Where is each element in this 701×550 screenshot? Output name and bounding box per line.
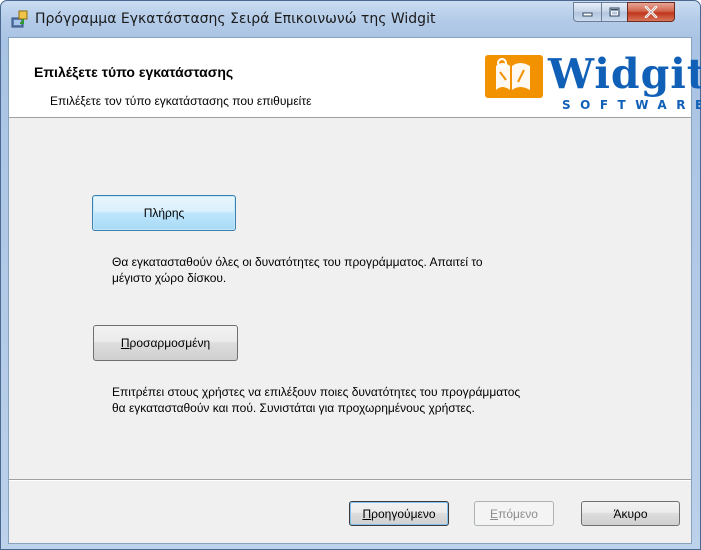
widgit-logo: Widgit SOFTWARE xyxy=(484,50,701,112)
complete-install-description: Θα εγκατασταθούν όλες οι δυνατότητες του… xyxy=(112,254,672,286)
back-button-label: Προηγούμενο xyxy=(362,507,435,521)
widgit-logo-mark-icon xyxy=(485,55,543,98)
next-label-rest: πόμενο xyxy=(498,506,538,521)
page-title: Επιλέξετε τύπο εγκατάστασης xyxy=(34,64,234,80)
complete-install-button-label: Πλήρης xyxy=(143,206,185,220)
widgit-logo-word: Widgit xyxy=(548,50,701,98)
next-button[interactable]: Επόμενο xyxy=(474,501,554,526)
maximize-icon xyxy=(609,7,620,17)
close-icon xyxy=(644,6,658,18)
complete-install-description-line2: μέγιστο χώρο δίσκου. xyxy=(112,271,227,285)
custom-install-button[interactable]: Προσαρμοσμένη xyxy=(93,325,238,361)
dialog-body: Επιλέξετε τύπο εγκατάστασης Επιλέξετε το… xyxy=(8,37,701,544)
cancel-button[interactable]: Άκυρο xyxy=(581,501,680,526)
installer-app-icon xyxy=(11,10,28,28)
maximize-button[interactable] xyxy=(601,2,628,22)
custom-install-description: Επιτρέπει στους χρήστες να επιλέξουν ποι… xyxy=(112,384,682,416)
minimize-icon xyxy=(582,12,593,16)
back-label-rest: ροηγούμενο xyxy=(371,506,436,521)
next-button-label: Επόμενο xyxy=(490,507,538,521)
widgit-logo-subtitle: SOFTWARE xyxy=(562,98,701,112)
minimize-button[interactable] xyxy=(573,2,602,22)
window-title: Πρόγραμμα Εγκατάστασης Σειρά Επικοινωνώ … xyxy=(35,11,436,27)
back-button[interactable]: Προηγούμενο xyxy=(349,501,449,526)
close-button[interactable] xyxy=(627,2,675,22)
complete-install-button[interactable]: Πλήρης xyxy=(92,195,236,231)
back-mnemonic: Π xyxy=(362,506,372,521)
custom-install-description-line2: θα εγκατασταθούν και πού. Συνιστάται για… xyxy=(112,401,475,415)
next-mnemonic: Ε xyxy=(490,506,499,521)
complete-install-description-line1: Θα εγκατασταθούν όλες οι δυνατότητες του… xyxy=(112,255,483,269)
page-subtitle: Επιλέξετε τον τύπο εγκατάστασης που επιθ… xyxy=(50,94,312,108)
installer-window: Πρόγραμμα Εγκατάστασης Σειρά Επικοινωνώ … xyxy=(0,0,701,550)
title-bar[interactable]: Πρόγραμμα Εγκατάστασης Σειρά Επικοινωνώ … xyxy=(1,1,700,37)
custom-install-button-label: Προσαρμοσμένη xyxy=(121,336,210,350)
custom-install-mnemonic: Π xyxy=(120,336,130,350)
dialog-header: Επιλέξετε τύπο εγκατάστασης Επιλέξετε το… xyxy=(9,38,701,118)
custom-install-label-rest: ροσαρμοσμένη xyxy=(129,336,211,350)
cancel-button-label: Άκυρο xyxy=(613,506,648,521)
custom-install-description-line1: Επιτρέπει στους χρήστες να επιλέξουν ποι… xyxy=(112,385,521,399)
footer-separator xyxy=(9,479,691,481)
